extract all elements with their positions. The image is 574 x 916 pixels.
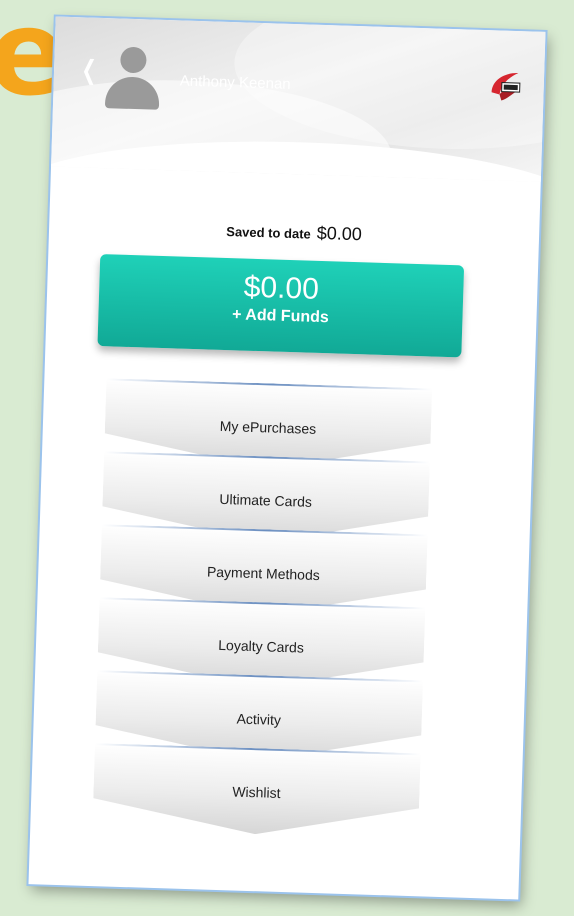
- menu-item-label: Payment Methods: [206, 563, 321, 584]
- user-name: Anthony Keenan: [179, 72, 291, 93]
- menu-item-label: My ePurchases: [219, 417, 317, 437]
- balance-add-funds-button[interactable]: $0.00 + Add Funds: [97, 254, 465, 358]
- saved-to-date-label: Saved to date: [226, 223, 312, 242]
- menu-item-label: Loyalty Cards: [218, 636, 305, 656]
- menu-item-label: Wishlist: [232, 783, 281, 801]
- avatar-body: [104, 76, 160, 110]
- menu-item-wishlist[interactable]: Wishlist: [92, 743, 421, 839]
- avatar-head: [120, 46, 147, 74]
- saved-to-date-value: $0.00: [316, 222, 363, 245]
- chevron-left-icon[interactable]: ❮: [81, 55, 97, 85]
- saved-to-date: Saved to date $0.00: [49, 214, 539, 250]
- phone-screen: ❮ Anthony Keenan Saved to date $0.00 $0.0…: [28, 16, 546, 900]
- menu-item-label: Activity: [236, 710, 282, 728]
- account-menu: My ePurchases Ultimate Cards Payment Met…: [44, 376, 534, 391]
- brand-logo-icon: [491, 73, 521, 101]
- user-avatar-icon[interactable]: [104, 46, 161, 110]
- menu-item-label: Ultimate Cards: [219, 490, 313, 510]
